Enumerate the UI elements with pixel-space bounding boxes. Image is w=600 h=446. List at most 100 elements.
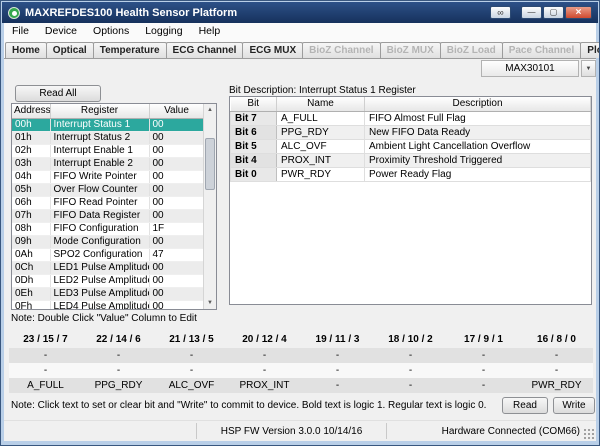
register-cell-address[interactable]: 03h	[12, 157, 50, 170]
register-row[interactable]: 0FhLED4 Pulse Amplitude (Green)00	[12, 300, 204, 310]
menu-item-options[interactable]: Options	[85, 24, 137, 38]
scroll-down-icon[interactable]: ▼	[204, 297, 216, 309]
value-edit-note: Note: Double Click "Value" Column to Edi…	[11, 313, 197, 324]
register-cell-address[interactable]: 0Fh	[12, 300, 50, 310]
register-cell-value[interactable]: 00	[149, 300, 204, 310]
tab-home[interactable]: Home	[5, 42, 47, 58]
register-cell-address[interactable]: 08h	[12, 222, 50, 235]
register-cell-address[interactable]: 01h	[12, 131, 50, 144]
register-cell-value[interactable]: 00	[149, 209, 204, 222]
bit-toggle-ppg-rdy[interactable]: PPG_RDY	[82, 378, 155, 393]
chevron-down-icon[interactable]: ▼	[581, 60, 596, 77]
bit-toggle-pwr-rdy[interactable]: PWR_RDY	[520, 378, 593, 393]
bit-desc-cell-bit: Bit 4	[231, 153, 277, 167]
minimize-button[interactable]: —	[521, 6, 542, 19]
scrollbar-thumb[interactable]	[205, 138, 215, 190]
register-cell-value[interactable]: 47	[149, 248, 204, 261]
register-cell-name[interactable]: Interrupt Status 2	[50, 131, 149, 144]
register-row[interactable]: 03hInterrupt Enable 200	[12, 157, 204, 170]
register-row[interactable]: 09hMode Configuration00	[12, 235, 204, 248]
tab-ecg-mux[interactable]: ECG MUX	[242, 42, 303, 58]
register-row[interactable]: 07hFIFO Data Register00	[12, 209, 204, 222]
register-cell-value[interactable]: 00	[149, 183, 204, 196]
register-row[interactable]: 05hOver Flow Counter00	[12, 183, 204, 196]
tab-temperature[interactable]: Temperature	[93, 42, 167, 58]
register-cell-value[interactable]: 00	[149, 131, 204, 144]
register-row[interactable]: 0EhLED3 Pulse Amplitude (Green)00	[12, 287, 204, 300]
register-cell-value[interactable]: 00	[149, 261, 204, 274]
register-cell-value[interactable]: 00	[149, 287, 204, 300]
register-cell-name[interactable]: Interrupt Enable 1	[50, 144, 149, 157]
tab-ecg-channel[interactable]: ECG Channel	[166, 42, 244, 58]
register-cell-value[interactable]: 00	[149, 157, 204, 170]
bit-grid-header-cell: 19 / 11 / 3	[301, 331, 374, 348]
register-cell-name[interactable]: LED2 Pulse Amplitude (IR)	[50, 274, 149, 287]
title-bar: MAXREFDES100 Health Sensor Platform ∞—▢✕	[2, 2, 598, 23]
register-cell-address[interactable]: 0Eh	[12, 287, 50, 300]
register-cell-value[interactable]: 00	[149, 235, 204, 248]
bit-description-row: Bit 0PWR_RDYPower Ready Flag	[231, 167, 591, 181]
write-button[interactable]: Write	[553, 397, 595, 414]
register-cell-address[interactable]: 02h	[12, 144, 50, 157]
register-cell-address[interactable]: 04h	[12, 170, 50, 183]
register-cell-name[interactable]: FIFO Data Register	[50, 209, 149, 222]
register-cell-name[interactable]: LED4 Pulse Amplitude (Green)	[50, 300, 149, 310]
read-all-button[interactable]: Read All	[15, 85, 101, 102]
register-row[interactable]: 04hFIFO Write Pointer00	[12, 170, 204, 183]
register-cell-name[interactable]: Over Flow Counter	[50, 183, 149, 196]
menu-item-logging[interactable]: Logging	[137, 24, 190, 38]
register-row[interactable]: 06hFIFO Read Pointer00	[12, 196, 204, 209]
register-cell-value[interactable]: 1F	[149, 222, 204, 235]
bit-cell-empty: -	[374, 363, 447, 378]
register-row[interactable]: 00hInterrupt Status 100	[12, 118, 204, 131]
register-cell-value[interactable]: 00	[149, 170, 204, 183]
register-cell-name[interactable]: FIFO Write Pointer	[50, 170, 149, 183]
device-selector[interactable]: MAX30101 ▼	[481, 60, 596, 77]
register-cell-address[interactable]: 05h	[12, 183, 50, 196]
scroll-up-icon[interactable]: ▲	[204, 104, 216, 116]
register-cell-address[interactable]: 07h	[12, 209, 50, 222]
bit-description-row: Bit 5ALC_OVFAmbient Light Cancellation O…	[231, 139, 591, 153]
device-selector-value[interactable]: MAX30101	[481, 60, 579, 77]
register-cell-address[interactable]: 0Ah	[12, 248, 50, 261]
menu-item-device[interactable]: Device	[37, 24, 85, 38]
register-cell-name[interactable]: Interrupt Enable 2	[50, 157, 149, 170]
register-cell-name[interactable]: LED3 Pulse Amplitude (Green)	[50, 287, 149, 300]
register-row[interactable]: 08hFIFO Configuration1F	[12, 222, 204, 235]
register-cell-value[interactable]: 00	[149, 196, 204, 209]
register-row[interactable]: 0ChLED1 Pulse Amplitude (Red)00	[12, 261, 204, 274]
register-row[interactable]: 0AhSPO2 Configuration47	[12, 248, 204, 261]
register-cell-address[interactable]: 00h	[12, 118, 50, 131]
tab-optical[interactable]: Optical	[46, 42, 94, 58]
register-row[interactable]: 0DhLED2 Pulse Amplitude (IR)00	[12, 274, 204, 287]
tab-pace-channel: Pace Channel	[502, 42, 582, 58]
tab-plots[interactable]: Plots	[580, 42, 600, 58]
register-cell-address[interactable]: 0Ch	[12, 261, 50, 274]
register-cell-address[interactable]: 09h	[12, 235, 50, 248]
register-cell-address[interactable]: 0Dh	[12, 274, 50, 287]
register-cell-name[interactable]: FIFO Read Pointer	[50, 196, 149, 209]
bit-toggle-prox-int[interactable]: PROX_INT	[228, 378, 301, 393]
register-cell-value[interactable]: 00	[149, 118, 204, 131]
register-row[interactable]: 02hInterrupt Enable 100	[12, 144, 204, 157]
register-cell-value[interactable]: 00	[149, 274, 204, 287]
bit-toggle-alc-ovf[interactable]: ALC_OVF	[155, 378, 228, 393]
register-cell-address[interactable]: 06h	[12, 196, 50, 209]
register-cell-name[interactable]: Interrupt Status 1	[50, 118, 149, 131]
register-table-scrollbar[interactable]: ▲ ▼	[203, 104, 216, 309]
menu-item-file[interactable]: File	[4, 24, 37, 38]
register-cell-name[interactable]: LED1 Pulse Amplitude (Red)	[50, 261, 149, 274]
register-cell-name[interactable]: FIFO Configuration	[50, 222, 149, 235]
bit-column-bit: Bit	[231, 97, 277, 111]
menu-item-help[interactable]: Help	[191, 24, 229, 38]
register-cell-name[interactable]: SPO2 Configuration	[50, 248, 149, 261]
link-button[interactable]: ∞	[490, 6, 511, 19]
resize-grip[interactable]	[583, 428, 594, 439]
bit-toggle-a-full[interactable]: A_FULL	[9, 378, 82, 393]
register-row[interactable]: 01hInterrupt Status 200	[12, 131, 204, 144]
read-button[interactable]: Read	[502, 397, 548, 414]
register-cell-name[interactable]: Mode Configuration	[50, 235, 149, 248]
register-cell-value[interactable]: 00	[149, 144, 204, 157]
maximize-button[interactable]: ▢	[543, 6, 564, 19]
close-button[interactable]: ✕	[565, 6, 592, 19]
